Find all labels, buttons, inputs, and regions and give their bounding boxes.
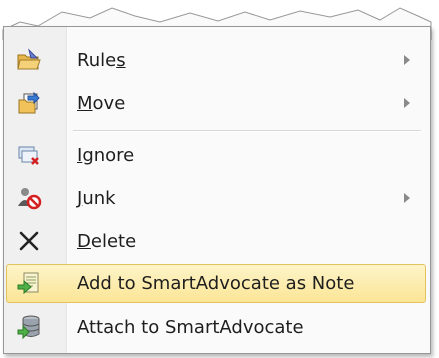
- menu-item-ignore[interactable]: Ignore: [6, 136, 426, 175]
- move-folder-icon: [16, 90, 42, 116]
- menu-item-rules[interactable]: Rules: [6, 41, 426, 80]
- rules-folder-icon: [16, 47, 42, 73]
- menu-item-label: Rules: [77, 50, 126, 71]
- menu-item-label: Delete: [77, 231, 137, 252]
- junk-mail-icon: [16, 185, 42, 211]
- add-note-icon: [16, 270, 42, 296]
- menu-item-junk[interactable]: Junk: [6, 179, 426, 218]
- attach-database-icon: [16, 314, 42, 340]
- submenu-arrow-icon: [404, 193, 410, 203]
- menu-item-add-note[interactable]: Add to SmartAdvocate as Note: [6, 264, 426, 303]
- ignore-conversation-icon: [16, 142, 42, 168]
- submenu-arrow-icon: [404, 98, 410, 108]
- context-menu: Rules Move Ignore Junk Delete Add to Sma…: [3, 26, 431, 354]
- menu-separator: [73, 130, 421, 132]
- menu-item-label: Ignore: [77, 145, 135, 166]
- delete-x-icon: [16, 228, 42, 254]
- menu-item-label: Attach to SmartAdvocate: [77, 317, 304, 338]
- menu-item-label: Add to SmartAdvocate as Note: [77, 273, 355, 294]
- menu-item-attach[interactable]: Attach to SmartAdvocate: [6, 308, 426, 347]
- menu-item-move[interactable]: Move: [6, 84, 426, 123]
- menu-item-delete[interactable]: Delete: [6, 222, 426, 261]
- submenu-arrow-icon: [404, 55, 410, 65]
- menu-item-label: Junk: [77, 188, 116, 209]
- menu-item-label: Move: [77, 93, 126, 114]
